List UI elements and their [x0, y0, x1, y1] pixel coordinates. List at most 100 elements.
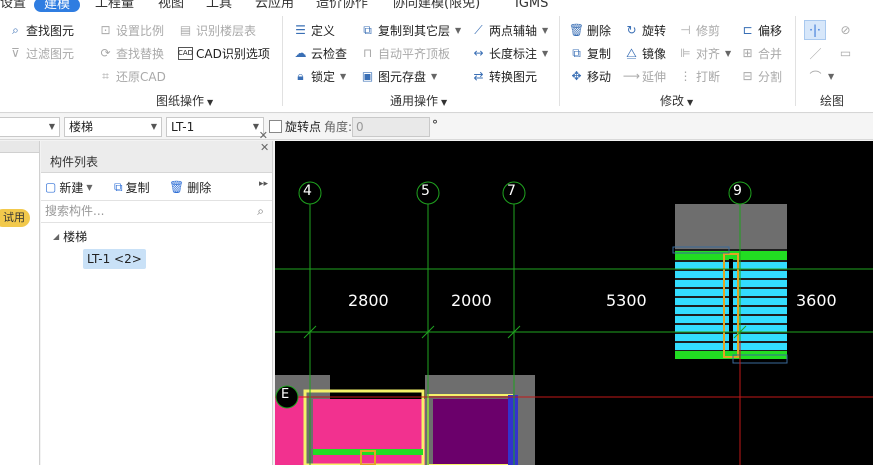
- chevron-down-icon: ▼: [150, 122, 157, 131]
- navigation-panel: 试用: [0, 141, 40, 465]
- delete-icon: 🗑︎: [568, 23, 585, 37]
- length-dim-button[interactable]: ↔ 长度标注 ▼: [471, 43, 548, 63]
- component-list-panel: 构件列表 ✕ ▢ 新建 ▼ ⧉ 复制 🗑︎ 删除 ▸▸ 搜索构件... ⌕ ◢ …: [41, 129, 273, 465]
- restore-cad-button[interactable]: ⌗ 还原CAD: [98, 66, 166, 86]
- define-icon: ☰: [295, 23, 306, 37]
- filter-icon: ⊽: [11, 46, 20, 60]
- trim-icon: ⊣: [680, 23, 691, 37]
- copy-icon: ⧉: [114, 179, 123, 194]
- dimension-label: 5300: [606, 291, 647, 310]
- two-point-axis-button[interactable]: ⟋ 两点辅轴 ▼: [471, 20, 548, 40]
- offset-button[interactable]: ⊏ 偏移: [740, 20, 782, 40]
- merge-icon: ⊞: [742, 46, 753, 60]
- lock-button[interactable]: 🔒︎ 锁定 ▼: [293, 66, 346, 86]
- draw-point-button[interactable]: ·|·: [804, 20, 826, 40]
- filter-element-button[interactable]: ⊽ 过滤图元: [8, 43, 74, 63]
- component-combo[interactable]: LT-1 ▼: [166, 117, 264, 137]
- align-icon: ⊫: [680, 46, 691, 60]
- menu-quantity[interactable]: 工程量: [95, 0, 134, 12]
- menu-tools[interactable]: 工具: [206, 0, 232, 12]
- menu-collab-modeling[interactable]: 协同建模(限免): [392, 0, 480, 12]
- drawing-canvas[interactable]: 4 5 7 9 E 2800 2000 5300 3600: [275, 141, 873, 465]
- trial-badge[interactable]: 试用: [0, 209, 30, 227]
- axis-label-e: E: [281, 387, 290, 402]
- copy-component-button[interactable]: ⧉ 复制: [114, 177, 150, 197]
- group-label-drawing-ops: 图纸操作 ▼: [156, 94, 214, 108]
- tree-item-lt1[interactable]: LT-1 <2>: [83, 249, 146, 269]
- category-combo[interactable]: 楼梯 ▼: [64, 117, 162, 137]
- line-icon: ／: [809, 46, 822, 61]
- cad-identify-options-button[interactable]: CAD CAD识别选项: [178, 43, 270, 63]
- more-icon[interactable]: ▸▸: [259, 179, 268, 189]
- chevron-down-icon: ▼: [86, 182, 93, 192]
- draw-rect-button[interactable]: ▭: [838, 43, 853, 63]
- dimension-label: 2000: [451, 291, 492, 310]
- arc-icon: ⌒: [809, 69, 822, 84]
- find-replace-icon: ⟳: [100, 46, 111, 60]
- save-element-icon: ▣: [361, 69, 374, 83]
- merge-button[interactable]: ⊞ 合并: [740, 43, 782, 63]
- extend-button[interactable]: ⟶ 延伸: [622, 66, 666, 86]
- stair-well: [729, 259, 733, 351]
- draw-arc-button[interactable]: ⌒ ▼: [808, 66, 834, 86]
- delete-component-button[interactable]: 🗑︎ 删除: [169, 177, 211, 197]
- copy-to-other-floor-button[interactable]: ⧉ 复制到其它层 ▼: [360, 20, 461, 40]
- find-replace-button[interactable]: ⟳ 查找替换: [98, 43, 164, 63]
- move-button[interactable]: ✥ 移动: [569, 66, 611, 86]
- new-component-button[interactable]: ▢ 新建 ▼: [45, 177, 93, 197]
- extend-icon: ⟶: [622, 69, 641, 83]
- angle-input[interactable]: 0: [352, 117, 430, 137]
- cad-options-icon: CAD: [178, 46, 193, 60]
- search-icon: ⌕: [257, 204, 264, 218]
- copy-button[interactable]: ⧉ 复制: [569, 43, 611, 63]
- floor-combo[interactable]: ▼: [0, 117, 60, 137]
- restore-cad-icon: ⌗: [102, 68, 109, 83]
- split-icon: ⊟: [742, 69, 753, 83]
- close-icon[interactable]: ✕: [260, 141, 269, 154]
- axis-label-9: 9: [733, 183, 742, 199]
- group-label-draw: 绘图: [820, 94, 845, 108]
- cancel-circle-icon: ⊘: [840, 23, 851, 37]
- menu-view[interactable]: 视图: [158, 0, 184, 12]
- convert-element-button[interactable]: ⇄ 转换图元: [471, 66, 537, 86]
- menu-settings[interactable]: 设置: [0, 0, 26, 12]
- draw-line-button[interactable]: ／: [808, 43, 823, 63]
- delete-button[interactable]: 🗑︎ 删除: [569, 20, 611, 40]
- ribbon-divider: [795, 16, 796, 106]
- find-element-button[interactable]: ⌕ 查找图元: [8, 20, 74, 40]
- two-point-axis-icon: ⟋: [474, 22, 483, 37]
- break-button[interactable]: ⋮ 打断: [678, 66, 721, 86]
- rotate-point-checkbox[interactable]: [269, 120, 282, 133]
- menu-cloud-app[interactable]: 云应用: [255, 0, 294, 12]
- property-bar: ▼ 楼梯 ▼ LT-1 ▼ 旋转点 角度: 0 °: [0, 114, 873, 140]
- ribbon-divider: [282, 16, 283, 106]
- identify-floors-icon: ▤: [179, 23, 192, 37]
- convert-element-icon: ⇄: [473, 69, 484, 83]
- trim-button[interactable]: ⊣ 修剪: [678, 20, 720, 40]
- save-element-button[interactable]: ▣ 图元存盘 ▼: [360, 66, 437, 86]
- axis-label-5: 5: [421, 183, 430, 199]
- split-button[interactable]: ⊟ 分割: [740, 66, 782, 86]
- draw-cancel-button[interactable]: ⊘: [838, 20, 853, 40]
- length-dim-icon: ↔: [473, 46, 484, 60]
- auto-flat-top-button[interactable]: ⊓ 自动平齐顶板: [360, 43, 450, 63]
- cloud-check-icon: ☁: [294, 46, 307, 60]
- rotate-button[interactable]: ↻ 旋转: [624, 20, 666, 40]
- ribbon: ⌕ 查找图元 ⊽ 过滤图元 ⊡ 设置比例 ⟳ 查找替换 ⌗ 还原CAD ▤ 识别…: [0, 12, 873, 113]
- trash-icon: 🗑︎: [169, 180, 185, 194]
- identify-floors-button[interactable]: ▤ 识别楼层表: [178, 20, 256, 40]
- cloud-check-button[interactable]: ☁ 云检查: [293, 43, 348, 63]
- menu-cost-collab[interactable]: 造价协作: [316, 0, 368, 12]
- set-scale-button[interactable]: ⊡ 设置比例: [98, 20, 164, 40]
- component-toolbar: ▢ 新建 ▼ ⧉ 复制 🗑︎ 删除 ▸▸: [41, 173, 272, 201]
- dimension-label: 2800: [348, 291, 389, 310]
- component-search-input[interactable]: 搜索构件... ⌕: [41, 201, 272, 223]
- tree-node-stairs[interactable]: ◢ 楼梯: [53, 228, 87, 245]
- panel-title: 构件列表: [50, 155, 99, 169]
- menu-modeling[interactable]: 建模: [34, 0, 81, 12]
- menu-igms[interactable]: IGMS: [515, 0, 548, 12]
- mirror-button[interactable]: ⧋ 镜像: [624, 43, 666, 63]
- offset-icon: ⊏: [742, 23, 753, 37]
- define-button[interactable]: ☰ 定义: [293, 20, 335, 40]
- align-button[interactable]: ⊫ 对齐 ▼: [678, 43, 731, 63]
